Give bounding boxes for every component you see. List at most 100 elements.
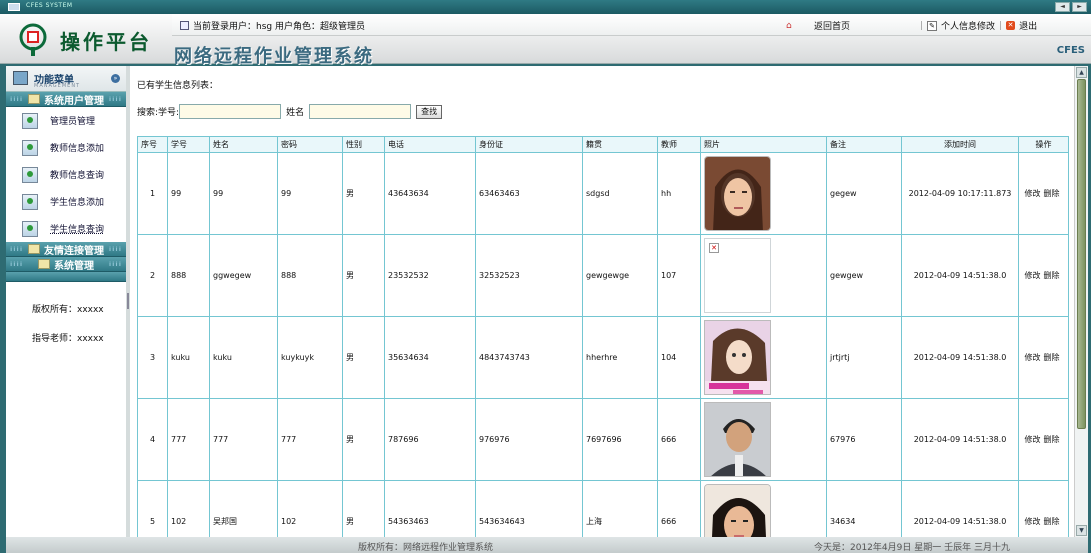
cell-student-id: 99	[167, 152, 210, 235]
search-name-label: 姓名	[286, 108, 305, 118]
cell-teacher: 666	[657, 398, 701, 481]
search-button[interactable]: 查找	[416, 104, 443, 119]
col-header[interactable]: 操作	[1018, 136, 1069, 153]
cell-idcard: 32532523	[475, 234, 583, 317]
delete-link[interactable]: 删除	[1044, 271, 1060, 280]
cell-password: kuykuyk	[277, 316, 343, 399]
col-header[interactable]: 序号	[137, 136, 168, 153]
delete-link[interactable]: 删除	[1044, 517, 1060, 526]
delete-link[interactable]: 删除	[1044, 353, 1060, 362]
cell-student-id: 777	[167, 398, 210, 481]
col-header[interactable]: 籍贯	[582, 136, 658, 153]
menu-header: 功能菜单 MANAGEMENT »	[6, 66, 126, 92]
window-forward-button[interactable]: ►	[1072, 2, 1087, 12]
cell-student-id: 888	[167, 234, 210, 317]
cell-photo: ✕	[700, 234, 827, 317]
home-icon: ⌂	[786, 20, 792, 31]
col-header[interactable]: 性别	[342, 136, 385, 153]
cell-remark: jrtjrtj	[826, 316, 902, 399]
logo: 操作平台	[16, 20, 174, 60]
sidebar-group-links[interactable]: ⁞⁞⁞⁞ 友情连接管理 ⁞⁞⁞⁞	[6, 242, 126, 257]
cell-origin: 上海	[582, 480, 658, 537]
home-link[interactable]: ⌂ 返回首页	[786, 19, 850, 33]
col-header[interactable]: 备注	[826, 136, 902, 153]
sidebar-group-system[interactable]: ⁞⁞⁞⁞ 系统管理 ⁞⁞⁞⁞	[6, 257, 126, 272]
col-header[interactable]: 密码	[277, 136, 343, 153]
cell-time: 2012-04-09 14:51:38.0	[901, 234, 1019, 317]
cell-time: 2012-04-09 14:51:38.0	[901, 316, 1019, 399]
student-add-icon	[22, 193, 38, 210]
edit-link[interactable]: 修改	[1025, 517, 1041, 526]
delete-link[interactable]: 删除	[1044, 435, 1060, 444]
user-info: 当前登录用户：hsg 用户角色：超级管理员	[180, 19, 365, 32]
sidebar-item-teacher-query[interactable]: 教师信息查询	[6, 161, 126, 188]
cell-sex: 男	[342, 480, 385, 537]
group-decoration: ⁞⁞⁞⁞	[10, 245, 24, 253]
edit-link[interactable]: 修改	[1025, 353, 1041, 362]
sidebar-item-student-add[interactable]: 学生信息添加	[6, 188, 126, 215]
logout-link[interactable]: 退出	[1019, 19, 1037, 32]
sidebar-group-system-users[interactable]: ⁞⁞⁞⁞ 系统用户管理 ⁞⁞⁞⁞	[6, 92, 126, 107]
cell-actions: 修改 删除	[1018, 398, 1069, 481]
cell-time: 2012-04-09 14:51:38.0	[901, 398, 1019, 481]
cell-actions: 修改 删除	[1018, 480, 1069, 537]
splitter-grip[interactable]	[127, 293, 129, 309]
delete-link[interactable]: 删除	[1044, 189, 1060, 198]
folder-icon	[38, 259, 50, 269]
col-header[interactable]: 姓名	[209, 136, 278, 153]
edit-profile-link[interactable]: 个人信息修改	[941, 19, 995, 32]
cell-idcard: 976976	[475, 398, 583, 481]
cell-password: 777	[277, 398, 343, 481]
cell-photo	[700, 152, 827, 235]
cell-remark: gegew	[826, 152, 902, 235]
scroll-up-icon[interactable]: ▲	[1076, 67, 1087, 78]
cell-sex: 男	[342, 316, 385, 399]
cell-phone: 23532532	[384, 234, 476, 317]
header-right-links: | ✎ 个人信息修改 | ✕ 退出	[920, 19, 1037, 32]
cell-password: 888	[277, 234, 343, 317]
table-row: 1 99 99 99 男 43643634 63463463 sdgsd hh …	[137, 152, 1069, 235]
footer-date: 今天是：2012年4月9日 星期一 壬辰年 三月十九	[814, 543, 1010, 553]
col-header[interactable]: 电话	[384, 136, 476, 153]
sidebar-item-student-query[interactable]: 学生信息查询	[6, 215, 126, 242]
cell-time: 2012-04-09 10:17:11.873	[901, 152, 1019, 235]
col-header[interactable]: 教师	[657, 136, 701, 153]
brand-label: CFES	[1056, 45, 1085, 56]
edit-link[interactable]: 修改	[1025, 435, 1041, 444]
window-back-button[interactable]: ◄	[1055, 2, 1070, 12]
separator: |	[920, 20, 924, 31]
cell-idcard: 543634643	[475, 480, 583, 537]
student-photo	[704, 484, 771, 537]
sidebar-item-teacher-add[interactable]: 教师信息添加	[6, 134, 126, 161]
scroll-down-icon[interactable]: ▼	[1076, 525, 1087, 536]
sidebar-item-label: 学生信息查询	[50, 225, 105, 235]
search-id-label: 搜索:学号:	[137, 108, 180, 118]
student-name-input[interactable]	[309, 104, 412, 119]
table-row: 3 kuku kuku kuykuyk 男 35634634 484374374…	[137, 316, 1069, 399]
page-footer: 版权所有：网络远程作业管理系统 今天是：2012年4月9日 星期一 壬辰年 三月…	[6, 537, 1088, 553]
cell-photo	[700, 316, 827, 399]
student-photo	[704, 156, 771, 231]
cell-idcard: 63463463	[475, 152, 583, 235]
cell-teacher: 104	[657, 316, 701, 399]
home-link-label[interactable]: 返回首页	[814, 19, 850, 32]
broken-image-icon: ✕	[704, 238, 771, 313]
cell-teacher: 107	[657, 234, 701, 317]
col-header[interactable]: 学号	[167, 136, 210, 153]
sidebar-item-admin-manage[interactable]: 管理员管理	[6, 107, 126, 134]
cell-teacher: hh	[657, 152, 701, 235]
edit-link[interactable]: 修改	[1025, 271, 1041, 280]
search-bar: 搜索:学号: 姓名 查找	[137, 104, 443, 119]
collapse-icon[interactable]: »	[111, 74, 120, 83]
col-header[interactable]: 照片	[700, 136, 827, 153]
col-header[interactable]: 添加时间	[901, 136, 1019, 153]
student-id-input[interactable]	[179, 104, 282, 119]
window-title-bar: CFES SYSTEM ◄ ►	[0, 0, 1091, 14]
edit-link[interactable]: 修改	[1025, 189, 1041, 198]
col-header[interactable]: 身份证	[475, 136, 583, 153]
cell-phone: 54363463	[384, 480, 476, 537]
scroll-thumb[interactable]	[1077, 79, 1086, 429]
vertical-scrollbar[interactable]: ▲ ▼	[1074, 66, 1088, 537]
cell-name: ggwegew	[209, 234, 278, 317]
user-card-icon	[180, 21, 189, 30]
